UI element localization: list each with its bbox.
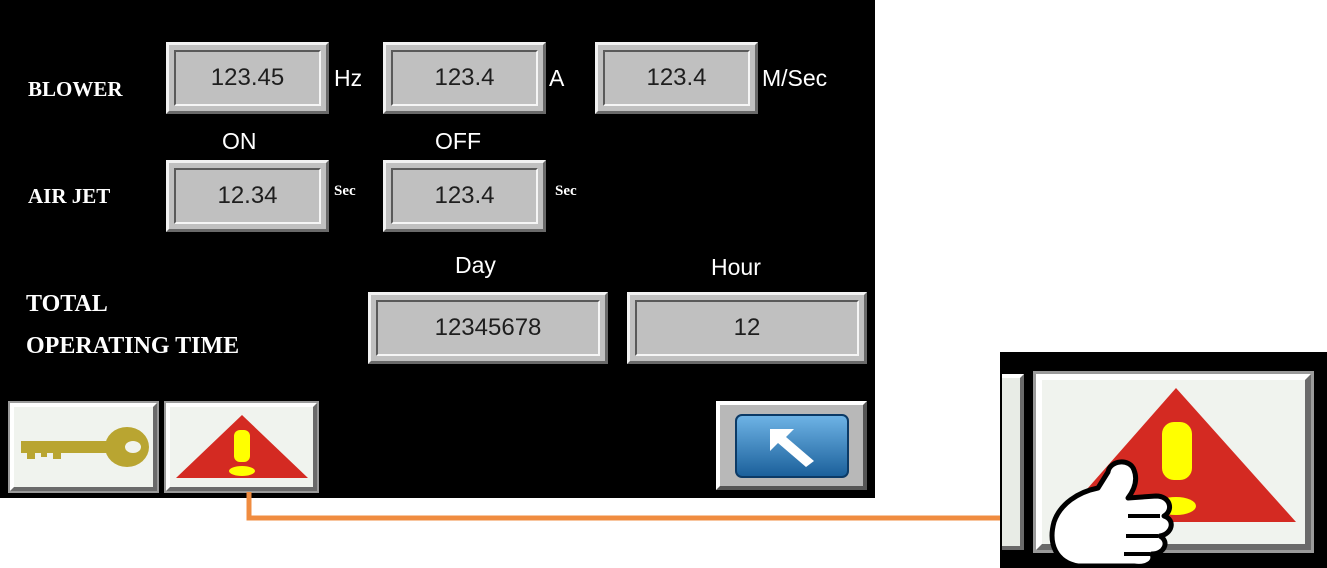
- pointing-hand-icon: [1049, 459, 1174, 568]
- zoomed-alarm-inset: [1000, 352, 1327, 568]
- zoomed-neighbor-button-edge: [1002, 374, 1024, 550]
